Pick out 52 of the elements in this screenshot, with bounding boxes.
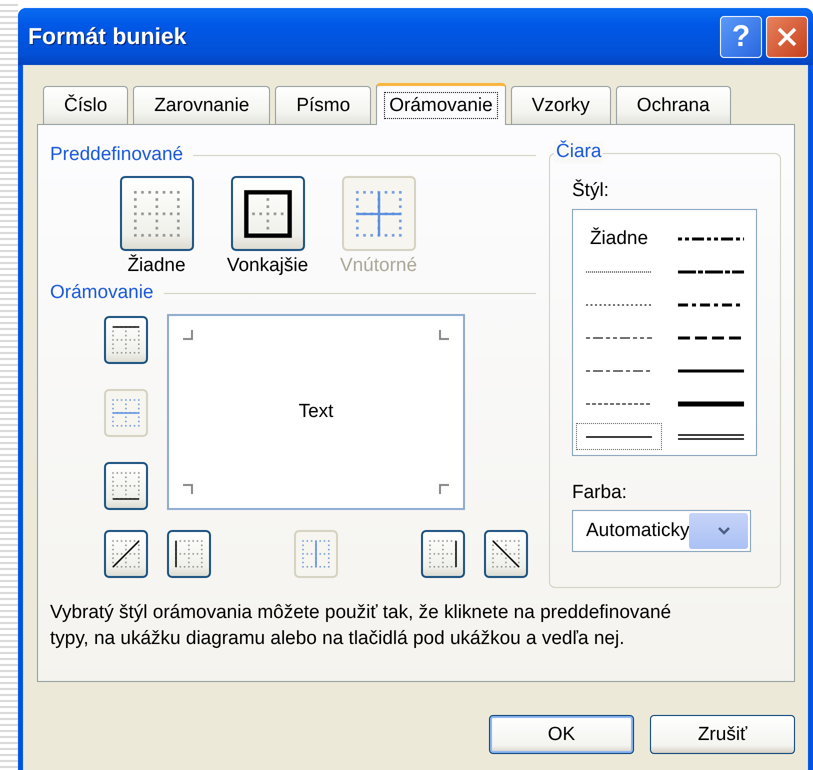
dialog-button[interactable]: Zrušiť	[650, 715, 795, 754]
border-grid-icon	[111, 471, 141, 501]
tab[interactable]: Číslo	[43, 86, 128, 124]
chevron-icon	[717, 526, 732, 536]
group-label: Čiara	[554, 141, 604, 163]
preview-text: Text	[298, 401, 334, 423]
preset-button[interactable]	[120, 176, 194, 251]
border-button[interactable]	[167, 530, 211, 578]
window-title: Formát buniek	[28, 23, 188, 50]
border-grid-icon	[301, 539, 331, 569]
corner-mark	[183, 484, 193, 494]
border-grid-icon	[111, 539, 141, 569]
preset-button[interactable]	[230, 176, 304, 251]
tab[interactable]: Písmo	[275, 86, 372, 124]
tab[interactable]: Ochrana	[616, 86, 731, 124]
border-grid-icon	[242, 188, 292, 238]
section-heading: Preddefinované	[50, 144, 184, 166]
corner-mark	[439, 484, 449, 494]
color-label: Farba:	[572, 482, 628, 505]
corner-mark	[439, 330, 449, 340]
description-text: Vybratý štýl orámovania môžete použiť tak, že kliknete na preddefinované typy, na ukážku diagramu alebo na tlačidlá pod ukážkou a vedľa nej.	[50, 601, 672, 651]
line-style-option[interactable]	[573, 420, 665, 453]
preset-label: Vonkajšie	[226, 255, 308, 278]
border-button[interactable]	[104, 462, 148, 510]
corner-mark	[183, 330, 193, 340]
preset-label: Žiadne	[127, 255, 186, 278]
close-button[interactable]	[766, 16, 808, 58]
tab[interactable]: Vzorky	[510, 86, 611, 124]
tab[interactable]: Orámovanie	[376, 83, 506, 125]
border-grid-icon	[111, 398, 141, 428]
border-grid-icon	[111, 325, 141, 355]
dialog-button[interactable]: OK	[489, 715, 634, 754]
tab[interactable]: Zarovnanie	[133, 86, 270, 124]
line-style-option[interactable]: Žiadne	[573, 222, 665, 255]
border-grid-icon	[428, 539, 458, 569]
border-grid-icon	[491, 539, 521, 569]
line-sample	[678, 432, 744, 442]
border-button[interactable]	[104, 530, 148, 578]
border-preview[interactable]: Text	[167, 314, 465, 510]
border-grid-icon	[354, 188, 404, 238]
help-button[interactable]: ?	[720, 16, 762, 58]
color-dropdown[interactable]: Automaticky	[572, 510, 751, 552]
preset-label: Vnútorné	[340, 255, 418, 278]
border-grid-icon	[174, 539, 204, 569]
section-heading: Orámovanie	[50, 282, 154, 304]
line-sample	[678, 398, 744, 408]
border-button[interactable]	[104, 316, 148, 364]
border-button[interactable]	[484, 530, 528, 578]
border-button[interactable]	[421, 530, 465, 578]
border-grid-icon	[132, 188, 182, 238]
style-label: Štýl:	[572, 180, 610, 203]
close-icon	[776, 26, 798, 48]
